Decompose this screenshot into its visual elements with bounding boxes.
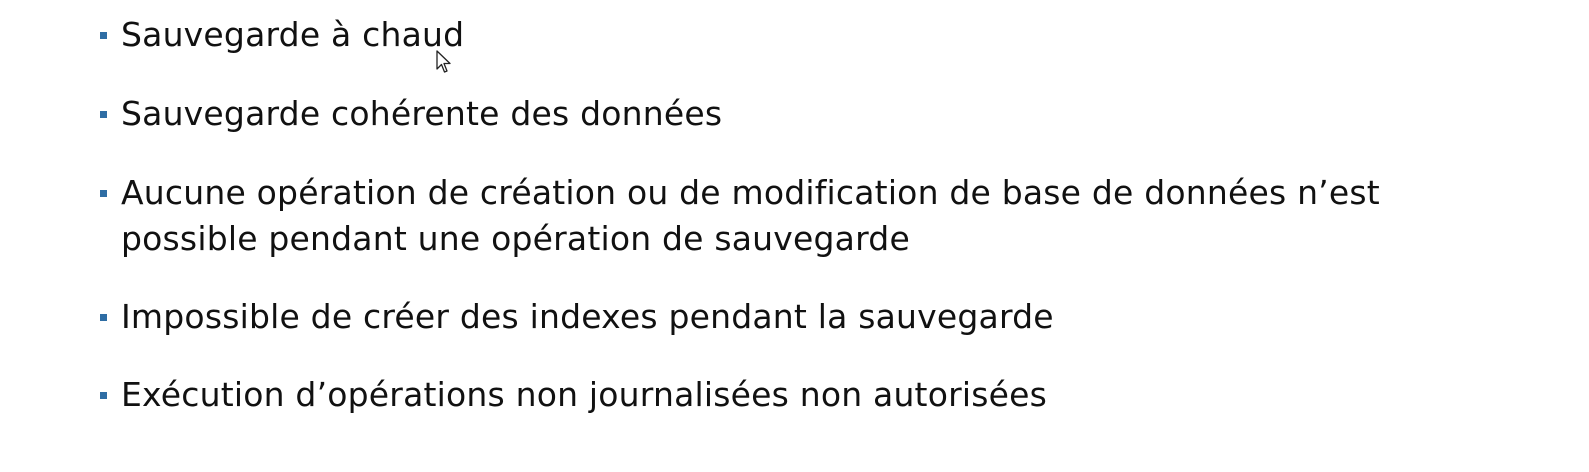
bullet-item-consistent-backup: Sauvegarde cohérente des données: [100, 91, 1570, 137]
bullet-item-hot-backup: Sauvegarde à chaud: [100, 12, 1570, 58]
square-bullet-icon: [100, 190, 107, 197]
mouse-pointer-icon: [436, 50, 451, 73]
square-bullet-icon: [100, 32, 107, 39]
square-bullet-icon: [100, 111, 107, 118]
bullet-item-no-db-changes: Aucune opération de création ou de modif…: [100, 170, 1570, 262]
slide: Sauvegarde à chaud Sauvegarde cohérente …: [0, 0, 1589, 472]
square-bullet-icon: [100, 314, 107, 321]
bullet-text: Aucune opération de création ou de modif…: [121, 173, 1380, 258]
bullet-text: Impossible de créer des indexes pendant …: [121, 297, 1054, 336]
bullet-text: Sauvegarde cohérente des données: [121, 94, 723, 133]
square-bullet-icon: [100, 392, 107, 399]
bullet-text: Exécution d’opérations non journalisées …: [121, 375, 1048, 414]
bullet-text: Sauvegarde à chaud: [121, 15, 465, 54]
bullet-item-no-unlogged-ops: Exécution d’opérations non journalisées …: [100, 372, 1570, 418]
bullet-item-no-indexes: Impossible de créer des indexes pendant …: [100, 294, 1570, 340]
